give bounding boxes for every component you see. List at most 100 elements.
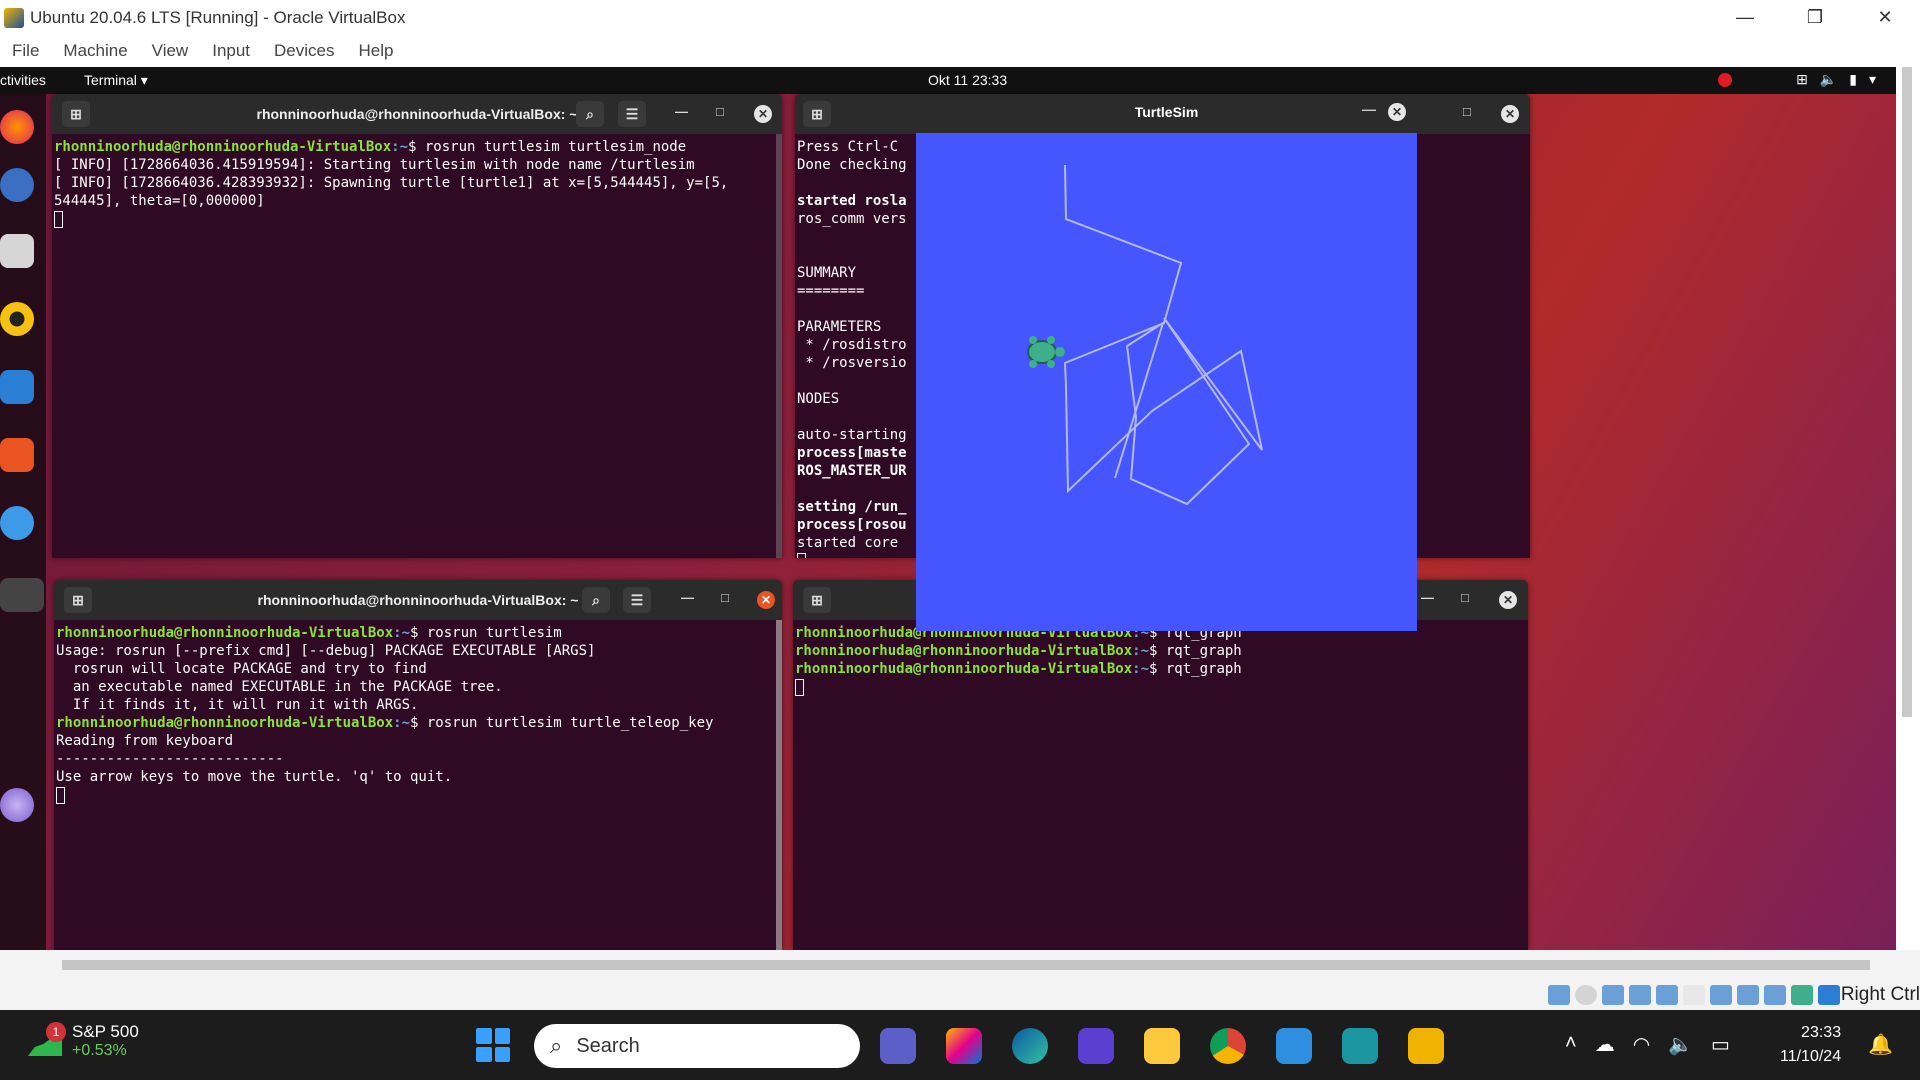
system-tray-area[interactable]: ˄ ☁ ◠ 🔈 ▭	[1565, 1032, 1730, 1057]
virtualbox-taskbar-icon[interactable]	[1408, 1028, 1444, 1064]
menu-input[interactable]: Input	[212, 41, 250, 61]
copilot-icon[interactable]	[946, 1028, 982, 1064]
hard-disk-icon[interactable]	[1548, 985, 1570, 1005]
guest-screen[interactable]: ctivities Terminal ▾ Okt 11 23:33 ⊞ 🔈 ▮ …	[0, 67, 1896, 950]
search-icon[interactable]: ⌕	[582, 587, 610, 613]
terminal-output[interactable]: rhonninoorhuda@rhonninoorhuda-VirtualBox…	[793, 620, 1528, 700]
edge-icon[interactable]	[1012, 1028, 1048, 1064]
close-icon[interactable]: ✕	[754, 105, 772, 123]
optical-drive-icon[interactable]	[1575, 985, 1597, 1005]
vivado-icon[interactable]	[1342, 1028, 1378, 1064]
menu-icon[interactable]: ☰	[623, 587, 651, 613]
start-button[interactable]	[476, 1028, 510, 1062]
menu-icon[interactable]: ☰	[618, 101, 646, 127]
terminal-app-menu[interactable]: Terminal ▾	[84, 72, 148, 89]
audio-icon[interactable]	[1602, 985, 1624, 1005]
menu-machine[interactable]: Machine	[63, 41, 127, 61]
prompt-path: :~	[393, 715, 411, 731]
terminal-scrollbar[interactable]	[776, 620, 782, 950]
battery-icon: ▮	[1849, 71, 1857, 87]
date: 11/10/24	[1780, 1048, 1842, 1065]
rhythmbox-icon[interactable]	[0, 302, 34, 336]
command-text: $ rqt_graph	[1149, 661, 1242, 677]
terminal-header[interactable]: ⊞ rhonninoorhuda@rhonninoorhuda-VirtualB…	[52, 94, 782, 134]
usb-icon[interactable]	[1656, 985, 1678, 1005]
teams-icon[interactable]	[880, 1028, 916, 1064]
terminal-icon[interactable]	[0, 578, 44, 612]
maximize-icon[interactable]: □	[1461, 590, 1469, 605]
prompt-user: rhonninoorhuda@rhonninoorhuda-VirtualBox	[795, 661, 1133, 677]
vertical-scrollbar[interactable]	[1902, 67, 1912, 717]
top-bar-clock[interactable]: Okt 11 23:33	[928, 72, 1007, 88]
software-center-icon[interactable]	[0, 438, 34, 472]
menu-file[interactable]: File	[12, 41, 39, 61]
system-tray[interactable]: ⊞ 🔈 ▮ ▾	[1718, 71, 1876, 88]
keyboard-capture-icon[interactable]	[1818, 985, 1840, 1005]
display-icon[interactable]	[1710, 985, 1732, 1005]
close-icon[interactable]: ✕	[757, 591, 775, 609]
taskbar-search[interactable]: ⌕ Search	[534, 1024, 860, 1068]
terminal-scrollbar[interactable]	[776, 134, 782, 558]
minimize-button[interactable]: —	[1710, 0, 1780, 35]
chrome-icon[interactable]	[1210, 1028, 1246, 1064]
chevron-up-icon[interactable]: ˄	[1565, 1032, 1577, 1057]
libreoffice-writer-icon[interactable]	[0, 370, 34, 404]
close-icon[interactable]: ✕	[1388, 103, 1406, 121]
new-tab-icon[interactable]: ⊞	[62, 101, 90, 127]
mouse-integration-icon[interactable]	[1791, 985, 1813, 1005]
shared-folders-icon[interactable]	[1683, 985, 1705, 1005]
no-entry-icon	[1718, 72, 1733, 87]
minimize-icon[interactable]: —	[1362, 101, 1376, 117]
notification-badge: 1	[46, 1022, 66, 1042]
stocks-widget[interactable]: 1 S&P 500 +0.53%	[28, 1022, 139, 1060]
bing-icon[interactable]	[1078, 1028, 1114, 1064]
close-button[interactable]: ✕	[1850, 0, 1920, 35]
horizontal-scrollbar[interactable]	[62, 960, 1870, 970]
minimize-icon[interactable]: —	[675, 104, 688, 119]
thunderbird-icon[interactable]	[0, 168, 34, 202]
taskbar-clock[interactable]: 23:33 11/10/24	[1780, 1021, 1841, 1069]
minimize-icon[interactable]: —	[1421, 590, 1434, 605]
new-tab-icon[interactable]: ⊞	[64, 587, 92, 613]
maximize-icon[interactable]: □	[1463, 104, 1471, 119]
onedrive-icon[interactable]: ☁	[1595, 1032, 1615, 1057]
menu-view[interactable]: View	[152, 41, 189, 61]
new-tab-icon[interactable]: ⊞	[803, 101, 831, 127]
device-status-icons[interactable]	[1548, 985, 1840, 1005]
new-tab-icon[interactable]: ⊞	[803, 587, 831, 613]
close-icon[interactable]: ✕	[1499, 591, 1517, 609]
vbox-menubar: File Machine View Input Devices Help	[0, 35, 1920, 67]
close-icon[interactable]: ✕	[1501, 105, 1519, 123]
terminal-window-rqt-graph[interactable]: ⊞ — □ ✕ rhonninoorhuda@rhonninoorhuda-Vi…	[793, 580, 1528, 950]
cpu-virtualization-icon[interactable]	[1764, 985, 1786, 1005]
search-icon[interactable]: ⌕	[576, 101, 604, 127]
menu-help[interactable]: Help	[359, 41, 394, 61]
show-apps-icon[interactable]	[0, 788, 34, 822]
turtlesim-window[interactable]: TurtleSim — ✕	[916, 97, 1417, 631]
menu-devices[interactable]: Devices	[274, 41, 334, 61]
wifi-icon[interactable]: ◠	[1633, 1032, 1650, 1057]
terminal-output[interactable]: rhonninoorhuda@rhonninoorhuda-VirtualBox…	[52, 134, 782, 232]
terminal-output[interactable]: rhonninoorhuda@rhonninoorhuda-VirtualBox…	[54, 620, 782, 808]
firefox-icon[interactable]	[0, 110, 34, 144]
maximize-icon[interactable]: □	[721, 590, 729, 605]
minimize-icon[interactable]: —	[681, 590, 694, 605]
help-icon[interactable]	[0, 506, 34, 540]
video-capture-icon[interactable]	[1737, 985, 1759, 1005]
notepad-icon[interactable]	[1276, 1028, 1312, 1064]
terminal-window-teleop[interactable]: ⊞ rhonninoorhuda@rhonninoorhuda-VirtualB…	[54, 580, 782, 950]
terminal-header[interactable]: ⊞ rhonninoorhuda@rhonninoorhuda-VirtualB…	[54, 580, 782, 620]
volume-icon[interactable]: 🔈	[1668, 1032, 1693, 1057]
maximize-icon[interactable]: □	[716, 104, 724, 119]
files-icon[interactable]	[0, 234, 34, 268]
turtlesim-header[interactable]: TurtleSim — ✕	[916, 97, 1417, 127]
activities-button[interactable]: ctivities	[0, 72, 46, 88]
terminal-title: rhonninoorhuda@rhonninoorhuda-VirtualBox…	[256, 106, 578, 122]
network-adapter-icon[interactable]	[1629, 985, 1651, 1005]
restore-button[interactable]: ❐	[1780, 0, 1850, 35]
text-cursor	[54, 210, 63, 228]
bell-icon[interactable]: 🔔	[1868, 1032, 1893, 1057]
terminal-window-turtlesim-node[interactable]: ⊞ rhonninoorhuda@rhonninoorhuda-VirtualB…	[52, 94, 782, 558]
file-explorer-icon[interactable]	[1144, 1028, 1180, 1064]
battery-icon[interactable]: ▭	[1711, 1032, 1730, 1057]
